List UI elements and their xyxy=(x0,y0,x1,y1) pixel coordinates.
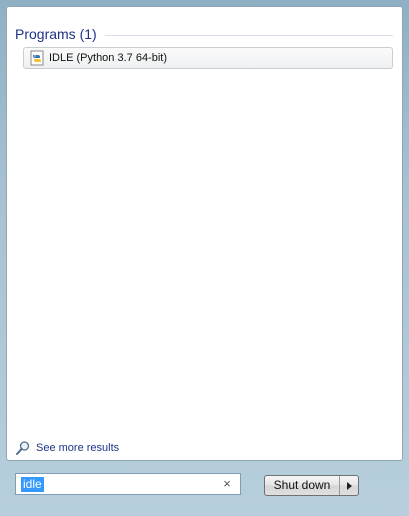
start-menu-bottom-bar: idle × Shut down xyxy=(0,462,409,516)
search-box: idle × xyxy=(15,473,241,495)
group-title: Programs (1) xyxy=(15,26,97,42)
python-idle-icon xyxy=(30,50,46,66)
clear-search-icon[interactable]: × xyxy=(220,477,234,491)
shut-down-button: Shut down xyxy=(264,475,359,496)
group-divider xyxy=(104,34,393,36)
see-more-label: See more results xyxy=(36,442,120,454)
shut-down-label[interactable]: Shut down xyxy=(265,476,340,495)
search-input[interactable]: idle xyxy=(21,477,44,492)
see-more-results-link[interactable]: See more results xyxy=(15,439,119,457)
result-item-idle[interactable]: IDLE (Python 3.7 64-bit) xyxy=(23,47,393,69)
power-options-arrow-icon[interactable] xyxy=(340,476,358,495)
result-item-label: IDLE (Python 3.7 64-bit) xyxy=(49,52,168,64)
search-results-panel: Programs (1) IDLE (Python 3.7 64-bit) Se… xyxy=(6,6,403,461)
triangle-right-icon xyxy=(346,481,352,490)
start-menu: Programs (1) IDLE (Python 3.7 64-bit) Se… xyxy=(0,0,409,516)
programs-group-header: Programs (1) xyxy=(15,23,393,45)
magnifier-icon xyxy=(15,440,31,456)
